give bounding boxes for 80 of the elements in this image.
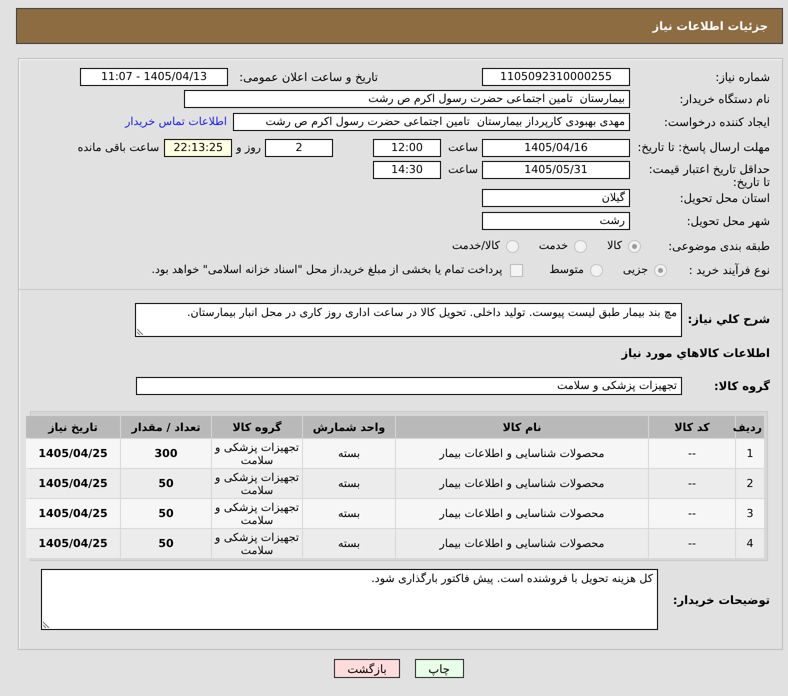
radio-option[interactable]: کالا — [607, 237, 641, 255]
table-cell: تجهیزات پزشکی و سلامت — [212, 469, 302, 498]
column-header: ردیف — [736, 416, 764, 438]
table-cell: 1405/04/25 — [26, 469, 120, 498]
table-cell: 50 — [121, 469, 211, 498]
table-cell: -- — [649, 439, 735, 468]
buyer-notes-label: توضیحات خریدار: — [672, 592, 770, 607]
remaining-time-field[interactable]: 22:13:25 — [164, 139, 232, 157]
buyer-org-label: نام دستگاه خریدار: — [678, 91, 770, 106]
need-number-label: شماره نیاز: — [714, 69, 770, 84]
table-cell: 1405/04/25 — [26, 499, 120, 528]
table-cell: 1405/04/25 — [26, 529, 120, 558]
table-cell: 1405/04/25 — [26, 439, 120, 468]
delivery-province-label: استان محل تحویل: — [678, 190, 770, 205]
table-cell: 3 — [736, 499, 764, 528]
table-cell: محصولات شناسایی و اطلاعات بیمار — [396, 439, 648, 468]
delivery-province-field[interactable]: گیلان — [482, 189, 630, 207]
back-button[interactable]: بازگشت — [334, 659, 400, 678]
table-cell: 50 — [121, 499, 211, 528]
deadline-date-field[interactable]: 1405/04/16 — [482, 139, 630, 157]
purchase-process-label: نوع فرآیند خرید : — [688, 262, 770, 277]
response-deadline-label: مهلت ارسال پاسخ: تا تاریخ: — [636, 139, 770, 154]
table-cell: 2 — [736, 469, 764, 498]
requester-field[interactable]: مهدی بهبودی کارپرداز بیمارستان تامین اجتماعی حضرت رسول اکرم ص رشت — [233, 113, 630, 131]
buyer-notes-field[interactable]: کل هزینه تحویل با فروشنده است. پیش فاکتور بارگذاری شود. — [41, 569, 658, 630]
table-cell: محصولات شناسایی و اطلاعات بیمار — [396, 499, 648, 528]
price-validity-label: حداقل تاریخ اعتبار قیمت: تا تاریخ: — [648, 161, 770, 189]
table-cell: بسته — [303, 439, 395, 468]
table-cell: محصولات شناسایی و اطلاعات بیمار — [396, 529, 648, 558]
delivery-city-label: شهر محل تحویل: — [686, 213, 770, 228]
goods-section-title: اطلاعات کالاهاي مورد نیاز — [620, 346, 770, 360]
table-cell: 300 — [121, 439, 211, 468]
resize-grip-icon — [43, 620, 51, 628]
time-label: ساعت — [447, 140, 478, 156]
days-label: روز و — [236, 140, 261, 156]
goods-group-field[interactable]: تجهیزات پزشکی و سلامت — [136, 377, 682, 395]
radio-option[interactable]: کالا/خدمت — [452, 237, 519, 255]
table-cell: -- — [649, 469, 735, 498]
goods-group-label: گروه کالا: — [713, 378, 770, 393]
table-cell: بسته — [303, 529, 395, 558]
table-cell: بسته — [303, 499, 395, 528]
remaining-time-label: ساعت باقی مانده — [78, 140, 160, 156]
announce-datetime-label: تاریخ و ساعت اعلان عمومی: — [238, 69, 378, 84]
resize-grip-icon — [137, 327, 145, 335]
radio-option[interactable]: متوسط — [549, 261, 603, 279]
table-cell: محصولات شناسایی و اطلاعات بیمار — [396, 469, 648, 498]
buyer-org-field[interactable]: بیمارستان تامین اجتماعی حضرت رسول اکرم ص رشت — [184, 90, 630, 108]
validity-date-field[interactable]: 1405/05/31 — [482, 161, 630, 179]
treasury-payment-checkbox[interactable]: پرداخت تمام یا بخشی از مبلغ خرید،از محل "اسناد خزانه اسلامی" خواهد بود. — [152, 261, 524, 279]
table-cell: تجهیزات پزشکی و سلامت — [212, 529, 302, 558]
need-number-field[interactable]: 1105092310000255 — [482, 68, 630, 86]
column-header: تاریخ نیاز — [26, 416, 120, 438]
page-title: جزئیات اطلاعات نیاز — [652, 19, 768, 33]
description-label: شرح کلي نیاز: — [686, 311, 770, 326]
table-cell: تجهیزات پزشکی و سلامت — [212, 439, 302, 468]
table-cell: -- — [649, 529, 735, 558]
print-button[interactable]: چاپ — [414, 659, 464, 678]
column-header: نام کالا — [396, 416, 648, 438]
delivery-city-field[interactable]: رشت — [482, 212, 630, 230]
radio-option[interactable]: جزیی — [622, 261, 667, 279]
table-cell: تجهیزات پزشکی و سلامت — [212, 499, 302, 528]
days-field[interactable]: 2 — [265, 139, 333, 157]
column-header: گروه کالا — [212, 416, 302, 438]
subject-category-label: طبقه بندی موضوعی: — [667, 238, 770, 253]
table-cell: 1 — [736, 439, 764, 468]
table-cell: بسته — [303, 469, 395, 498]
contact-info-link[interactable]: اطلاعات تماس خریدار — [125, 113, 227, 131]
table-cell: 50 — [121, 529, 211, 558]
column-header: تعداد / مقدار — [121, 416, 211, 438]
table-cell: 4 — [736, 529, 764, 558]
deadline-time-field[interactable]: 12:00 — [373, 139, 441, 157]
announce-datetime-field[interactable]: 1405/04/13 - 11:07 — [80, 68, 228, 86]
radio-option[interactable]: خدمت — [538, 237, 588, 255]
table-cell: -- — [649, 499, 735, 528]
column-header: کد کالا — [649, 416, 735, 438]
requester-label: ایجاد کننده درخواست: — [663, 114, 770, 129]
column-header: واحد شمارش — [303, 416, 395, 438]
time-label: ساعت — [447, 162, 478, 178]
validity-time-field[interactable]: 14:30 — [373, 161, 441, 179]
description-field[interactable]: مچ بند بیمار طبق لیست پیوست. تولید داخلی. تحویل کالا در ساعت اداری روز کاری در محل انبار بیمارستان. — [135, 303, 682, 337]
